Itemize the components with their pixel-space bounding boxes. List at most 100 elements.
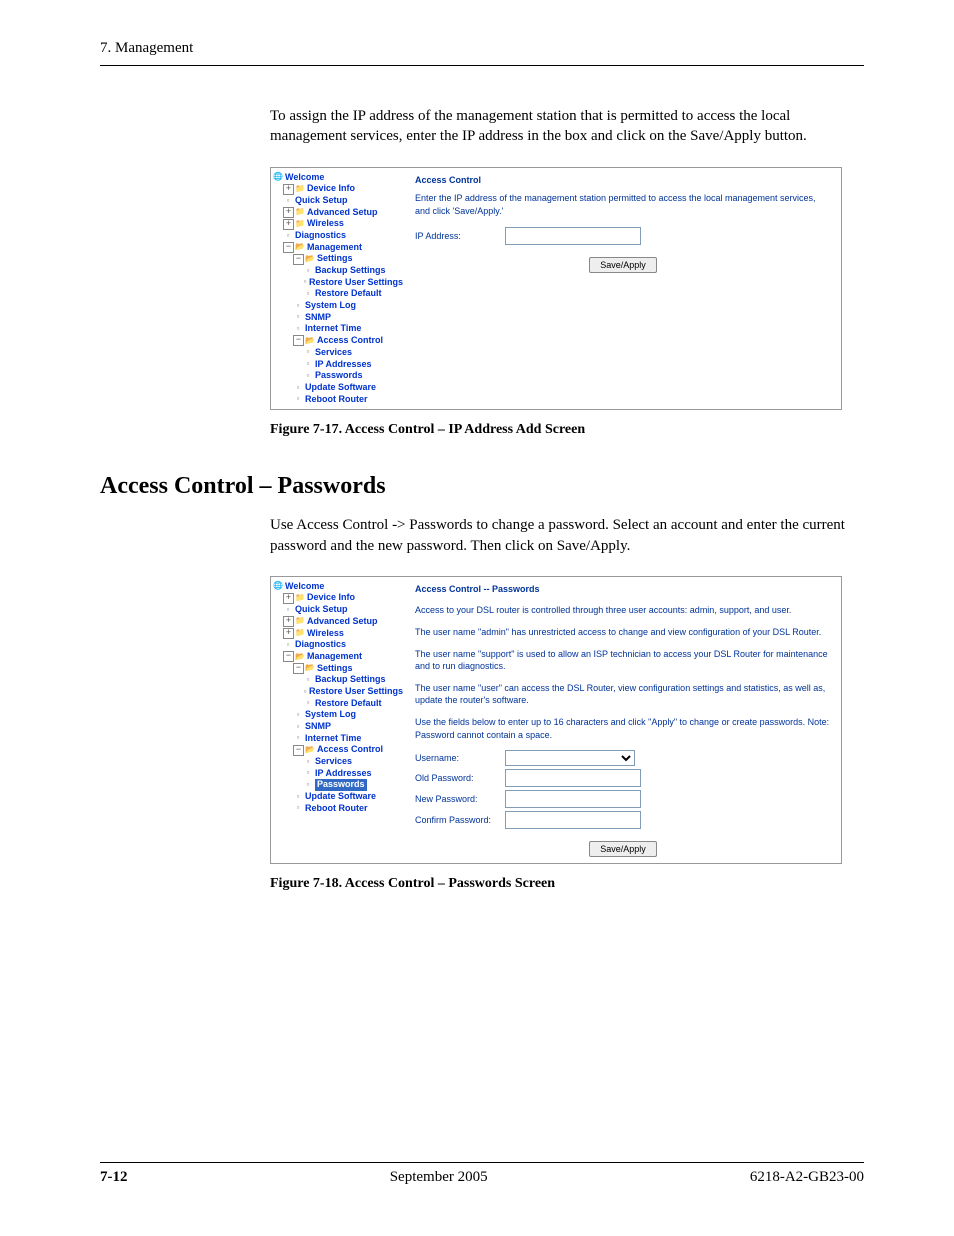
folder-open-icon: 📂 [295,242,305,252]
nav-management[interactable]: −📂Management [283,242,403,254]
page-icon: ▫ [303,687,307,697]
nav-access-control[interactable]: −📂Access Control [293,335,403,347]
nav-device-info[interactable]: +📁Device Info [283,592,403,604]
minus-icon: − [293,254,304,265]
nav-ip-addresses[interactable]: ▫IP Addresses [303,768,403,780]
world-icon: 🌐 [273,172,283,182]
p1: Access to your DSL router is controlled … [415,604,831,617]
nav-services[interactable]: ▫Services [303,756,403,768]
minus-icon: − [293,335,304,346]
page-icon: ▫ [283,196,293,206]
nav-restore-default[interactable]: ▫Restore Default [303,698,403,710]
figure-7-17-caption: Figure 7-17. Access Control – IP Address… [270,422,864,438]
nav-backup[interactable]: ▫Backup Settings [303,265,403,277]
ip-address-input[interactable] [505,227,641,245]
p3: The user name "support" is used to allow… [415,648,831,673]
plus-icon: + [283,628,294,639]
nav-reboot-router[interactable]: ▫Reboot Router [293,394,403,406]
nav-services[interactable]: ▫Services [303,347,403,359]
world-icon: 🌐 [273,582,283,592]
footer-docid: 6218-A2-GB23-00 [750,1169,864,1186]
nav-internet-time[interactable]: ▫Internet Time [293,323,403,335]
nav-advanced-setup[interactable]: +📁Advanced Setup [283,207,403,219]
nav-tree: 🌐Welcome +📁Device Info ▫Quick Setup +📁Ad… [271,577,405,863]
folder-icon: 📁 [295,593,305,603]
folder-icon: 📁 [295,207,305,217]
old-password-input[interactable] [505,769,641,787]
page-icon: ▫ [293,734,303,744]
nav-welcome[interactable]: 🌐Welcome [273,581,403,593]
plus-icon: + [283,207,294,218]
save-apply-button[interactable]: Save/Apply [589,257,657,273]
nav-quick-setup[interactable]: ▫Quick Setup [283,195,403,207]
page-icon: ▫ [303,266,313,276]
ip-label: IP Address: [415,230,505,243]
nav-welcome[interactable]: 🌐Welcome [273,172,403,184]
folder-open-icon: 📂 [295,652,305,662]
nav-backup[interactable]: ▫Backup Settings [303,674,403,686]
content-title: Access Control [415,174,831,187]
nav-restore-user[interactable]: ▫Restore User Settings [303,277,403,289]
minus-icon: − [293,663,304,674]
folder-icon: 📁 [295,184,305,194]
intro-paragraph-1: To assign the IP address of the manageme… [270,106,864,147]
page-icon: ▫ [303,780,313,790]
minus-icon: − [283,242,294,253]
content-desc: Enter the IP address of the management s… [415,192,831,217]
nav-restore-user[interactable]: ▫Restore User Settings [303,686,403,698]
page-icon: ▫ [303,698,313,708]
section-title-passwords: Access Control – Passwords [100,473,864,500]
username-label: Username: [415,752,505,765]
page-icon: ▫ [303,289,313,299]
folder-open-icon: 📂 [305,336,315,346]
nav-system-log[interactable]: ▫System Log [293,300,403,312]
nav-system-log[interactable]: ▫System Log [293,709,403,721]
nav-snmp[interactable]: ▫SNMP [293,312,403,324]
old-password-label: Old Password: [415,772,505,785]
p4: The user name "user" can access the DSL … [415,682,831,707]
footer-date: September 2005 [390,1169,488,1186]
page-footer: 7-12 September 2005 6218-A2-GB23-00 [100,1162,864,1186]
nav-wireless[interactable]: +📁Wireless [283,628,403,640]
page-icon: ▫ [293,301,303,311]
nav-passwords[interactable]: ▫Passwords [303,779,403,791]
nav-internet-time[interactable]: ▫Internet Time [293,733,403,745]
nav-diagnostics[interactable]: ▫Diagnostics [283,230,403,242]
nav-diagnostics[interactable]: ▫Diagnostics [283,639,403,651]
page-icon: ▫ [293,313,303,323]
intro-paragraph-2: Use Access Control -> Passwords to chang… [270,515,864,556]
page-number: 7-12 [100,1169,128,1186]
nav-update-software[interactable]: ▫Update Software [293,791,403,803]
new-password-input[interactable] [505,790,641,808]
nav-ip-addresses[interactable]: ▫IP Addresses [303,359,403,371]
nav-passwords[interactable]: ▫Passwords [303,370,403,382]
nav-restore-default[interactable]: ▫Restore Default [303,288,403,300]
page-icon: ▫ [293,722,303,732]
nav-settings[interactable]: −📂Settings [293,253,403,265]
page-icon: ▫ [303,371,313,381]
nav-quick-setup[interactable]: ▫Quick Setup [283,604,403,616]
nav-reboot-router[interactable]: ▫Reboot Router [293,803,403,815]
nav-management[interactable]: −📂Management [283,651,403,663]
page-icon: ▫ [303,675,313,685]
figure-7-17-screenshot: 🌐Welcome +📁Device Info ▫Quick Setup +📁Ad… [270,167,842,411]
plus-icon: + [283,593,294,604]
minus-icon: − [293,745,304,756]
nav-device-info[interactable]: +📁Device Info [283,183,403,195]
nav-settings[interactable]: −📂Settings [293,663,403,675]
page-icon: ▫ [293,383,303,393]
nav-snmp[interactable]: ▫SNMP [293,721,403,733]
nav-update-software[interactable]: ▫Update Software [293,382,403,394]
p2: The user name "admin" has unrestricted a… [415,626,831,639]
page-icon: ▫ [293,792,303,802]
page-icon: ▫ [303,278,307,288]
save-apply-button[interactable]: Save/Apply [589,841,657,857]
username-select[interactable] [505,750,635,766]
nav-access-control[interactable]: −📂Access Control [293,744,403,756]
page-icon: ▫ [293,804,303,814]
nav-advanced-setup[interactable]: +📁Advanced Setup [283,616,403,628]
content-pane: Access Control Enter the IP address of t… [405,168,841,410]
confirm-password-input[interactable] [505,811,641,829]
nav-wireless[interactable]: +📁Wireless [283,218,403,230]
header-rule [100,65,864,66]
